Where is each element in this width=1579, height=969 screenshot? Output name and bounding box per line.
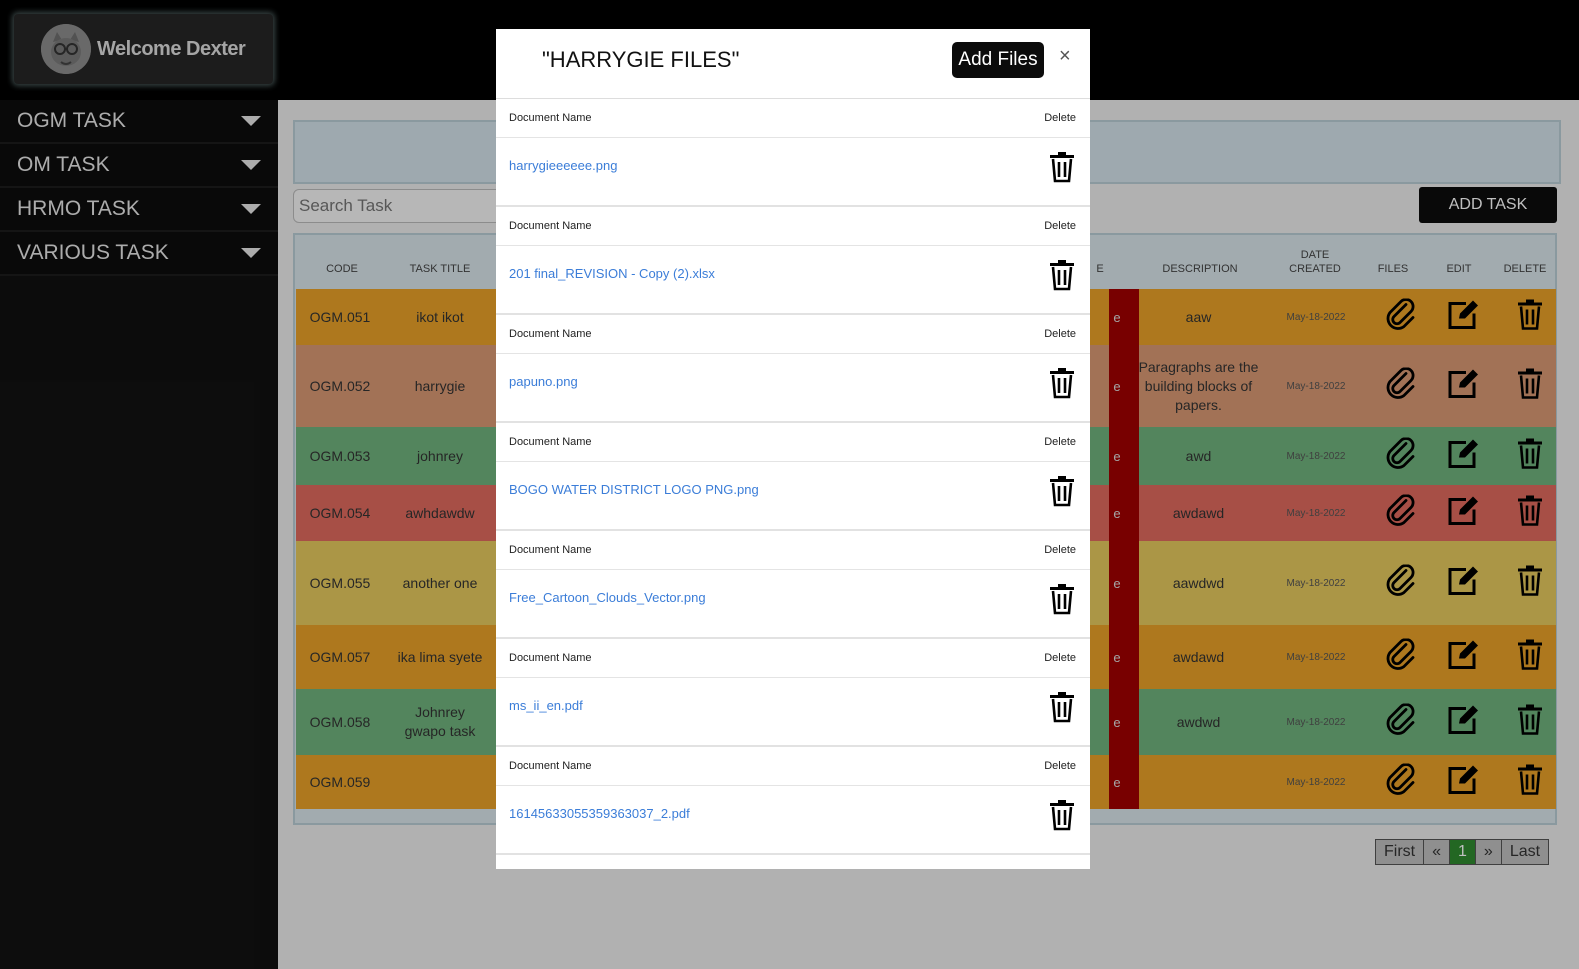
trash-icon[interactable] xyxy=(1048,259,1076,296)
document-name-label: Document Name xyxy=(509,436,592,448)
file-row: ms_ii_en.pdf xyxy=(496,678,1090,736)
document-name-label: Document Name xyxy=(509,328,592,340)
file-link[interactable]: 16145633055359363037_2.pdf xyxy=(509,806,690,821)
file-item-header: Document Name Delete xyxy=(496,855,1090,869)
trash-icon[interactable] xyxy=(1048,367,1076,404)
delete-label: Delete xyxy=(1044,220,1076,232)
delete-label: Delete xyxy=(1044,112,1076,124)
file-item: Document Name Delete 201 final_REVISION - … xyxy=(496,207,1090,315)
file-row: papuno.png xyxy=(496,354,1090,412)
file-item-header: Document Name Delete xyxy=(496,315,1090,354)
file-item-header: Document Name Delete xyxy=(496,639,1090,678)
file-item-header: Document Name Delete xyxy=(496,423,1090,462)
file-list: Document Name Delete harrygieeeeee.png Docu… xyxy=(496,99,1090,869)
document-name-label: Document Name xyxy=(509,220,592,232)
delete-label: Delete xyxy=(1044,652,1076,664)
close-icon[interactable]: × xyxy=(1059,45,1071,68)
delete-label: Delete xyxy=(1044,436,1076,448)
file-item-header: Document Name Delete xyxy=(496,747,1090,786)
document-name-label: Document Name xyxy=(509,760,592,772)
file-row: BOGO WATER DISTRICT LOGO PNG.png xyxy=(496,462,1090,520)
file-link[interactable]: ms_ii_en.pdf xyxy=(509,698,583,713)
file-link[interactable]: Free_Cartoon_Clouds_Vector.png xyxy=(509,590,706,605)
file-item-header: Document Name Delete xyxy=(496,99,1090,138)
file-item-header: Document Name Delete xyxy=(496,207,1090,246)
file-row: Free_Cartoon_Clouds_Vector.png xyxy=(496,570,1090,628)
file-item: Document Name Delete xyxy=(496,855,1090,869)
file-item: Document Name Delete papuno.png xyxy=(496,315,1090,423)
trash-icon[interactable] xyxy=(1048,691,1076,728)
document-name-label: Document Name xyxy=(509,868,592,869)
document-name-label: Document Name xyxy=(509,112,592,124)
file-item: Document Name Delete harrygieeeeee.png xyxy=(496,99,1090,207)
trash-icon[interactable] xyxy=(1048,799,1076,836)
delete-label: Delete xyxy=(1044,868,1076,869)
trash-icon[interactable] xyxy=(1048,151,1076,188)
delete-label: Delete xyxy=(1044,544,1076,556)
document-name-label: Document Name xyxy=(509,652,592,664)
file-row: 16145633055359363037_2.pdf xyxy=(496,786,1090,844)
trash-icon[interactable] xyxy=(1048,475,1076,512)
add-files-button[interactable]: Add Files xyxy=(952,42,1044,78)
file-link[interactable]: BOGO WATER DISTRICT LOGO PNG.png xyxy=(509,482,759,497)
file-link[interactable]: papuno.png xyxy=(509,374,578,389)
modal-header: "HARRYGIE FILES" Add Files × xyxy=(496,29,1090,99)
delete-label: Delete xyxy=(1044,328,1076,340)
modal-title: "HARRYGIE FILES" xyxy=(542,47,740,72)
file-row: harrygieeeeee.png xyxy=(496,138,1090,196)
file-link[interactable]: harrygieeeeee.png xyxy=(509,158,617,173)
file-item-header: Document Name Delete xyxy=(496,531,1090,570)
file-item: Document Name Delete BOGO WATER DISTRICT L… xyxy=(496,423,1090,531)
file-link[interactable]: 201 final_REVISION - Copy (2).xlsx xyxy=(509,266,715,281)
file-row: 201 final_REVISION - Copy (2).xlsx xyxy=(496,246,1090,304)
trash-icon[interactable] xyxy=(1048,583,1076,620)
file-item: Document Name Delete 16145633055359363037_… xyxy=(496,747,1090,855)
files-modal: "HARRYGIE FILES" Add Files × Document Na… xyxy=(496,29,1090,869)
file-item: Document Name Delete ms_ii_en.pdf xyxy=(496,639,1090,747)
delete-label: Delete xyxy=(1044,760,1076,772)
file-item: Document Name Delete Free_Cartoon_Clouds_V… xyxy=(496,531,1090,639)
document-name-label: Document Name xyxy=(509,544,592,556)
